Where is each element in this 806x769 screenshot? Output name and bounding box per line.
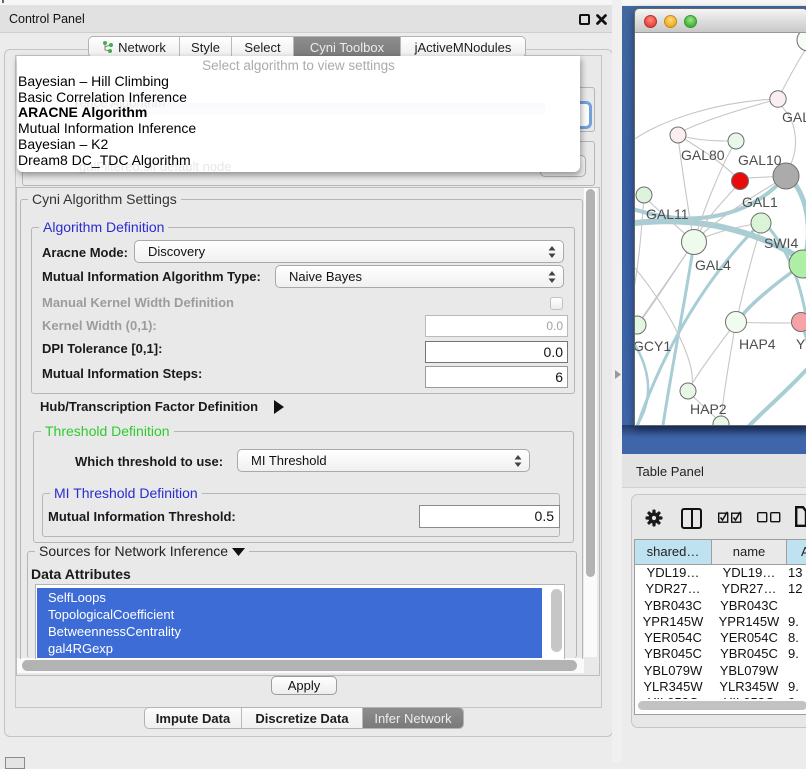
svg-text:GAL11: GAL11	[646, 206, 689, 222]
svg-text:HAP2: HAP2	[690, 401, 727, 417]
svg-text:SWI4: SWI4	[764, 235, 798, 251]
svg-text:GAL1: GAL1	[742, 194, 778, 210]
svg-text:HAP4: HAP4	[739, 336, 776, 352]
svg-text:Y: Y	[796, 336, 806, 352]
svg-text:GAL10: GAL10	[738, 152, 782, 168]
svg-text:GCY1: GCY1	[635, 338, 671, 354]
svg-text:GAL80: GAL80	[681, 147, 725, 163]
svg-text:GAL4: GAL4	[695, 257, 731, 273]
svg-text:GAL: GAL	[782, 109, 806, 125]
